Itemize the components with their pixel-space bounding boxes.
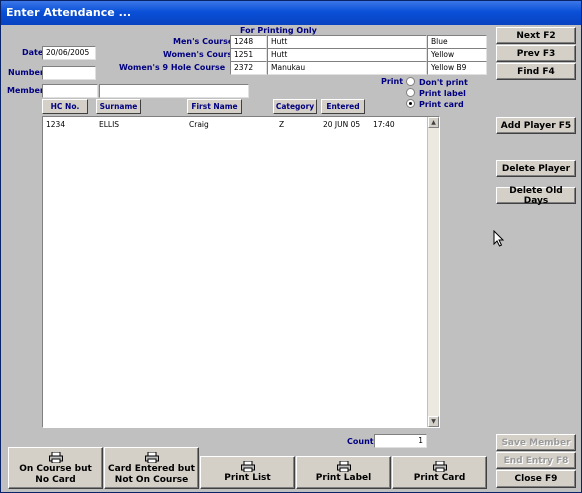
col-surname[interactable]: Surname [96, 99, 141, 114]
womens-course-name[interactable]: Hutt [267, 48, 427, 62]
member-field[interactable] [42, 84, 98, 98]
find-button[interactable]: Find F4 [496, 63, 576, 80]
womens-course-code[interactable]: 1251 [230, 48, 267, 62]
cell-date: 20 JUN 05 [323, 120, 361, 129]
womens-9hole-code[interactable]: 2372 [230, 61, 267, 75]
printer-icon [432, 461, 447, 472]
card-entered-not-on-course-label: Card Entered but Not On Course [108, 464, 195, 485]
count-field: 1 [374, 434, 427, 448]
mens-course-tee[interactable]: Blue [427, 35, 487, 49]
mens-course-label: Men's Course [173, 37, 234, 46]
member-name-field[interactable] [99, 84, 249, 98]
mens-course-code[interactable]: 1248 [230, 35, 267, 49]
print-label-label: Print Label [315, 473, 372, 483]
col-hc-no[interactable]: HC No. [42, 99, 88, 114]
print-card-label: Print Card [413, 473, 466, 483]
col-first-name[interactable]: First Name [187, 99, 242, 114]
cell-time: 17:40 [373, 120, 395, 129]
printer-icon [240, 461, 255, 472]
womens-course-tee[interactable]: Yellow [427, 48, 487, 62]
end-entry-button[interactable]: End Entry F8 [496, 452, 576, 469]
print-label-button[interactable]: Print Label [296, 456, 391, 489]
card-entered-not-on-course-button[interactable]: Card Entered but Not On Course [104, 447, 199, 489]
womens-9hole-tee[interactable]: Yellow B9 [427, 61, 487, 75]
number-field[interactable] [42, 66, 96, 80]
cell-hc: 1234 [46, 120, 66, 129]
print-list-button[interactable]: Print List [200, 456, 295, 489]
womens-course-label: Women's Course [163, 50, 238, 59]
radio-print-card-label: Print card [419, 100, 464, 109]
radio-dont-print-label: Don't print [419, 78, 468, 87]
print-list-label: Print List [224, 473, 271, 483]
print-card-button[interactable]: Print Card [392, 456, 487, 489]
close-button[interactable]: Close F9 [496, 470, 576, 488]
attendance-list[interactable]: 1234 ELLIS Craig Z 20 JUN 05 17:40 ▲ ▼ [42, 116, 440, 428]
cell-first-name: Craig [189, 120, 209, 129]
col-category[interactable]: Category [273, 99, 317, 114]
womens-9hole-name[interactable]: Manukau [267, 61, 427, 75]
cell-surname: ELLIS [99, 120, 120, 129]
next-button[interactable]: Next F2 [496, 27, 576, 44]
mouse-cursor-icon [493, 230, 505, 247]
list-scrollbar[interactable]: ▲ ▼ [427, 117, 439, 427]
radio-print-label[interactable] [406, 88, 415, 97]
print-label: Print [381, 77, 404, 86]
on-course-no-card-label: On Course but No Card [19, 464, 92, 485]
radio-dont-print[interactable] [406, 77, 415, 86]
prev-button[interactable]: Prev F3 [496, 45, 576, 62]
radio-print-label-label: Print label [419, 89, 466, 98]
date-field[interactable]: 20/06/2005 [42, 46, 96, 60]
womens-9hole-label: Women's 9 Hole Course [119, 63, 226, 72]
radio-print-card[interactable] [406, 99, 415, 108]
scroll-down-arrow-icon[interactable]: ▼ [428, 416, 439, 427]
date-label: Date [22, 48, 44, 57]
attendance-window: Enter Attendance ... For Printing Only M… [0, 0, 582, 493]
number-label: Number [8, 68, 44, 77]
window-title: Enter Attendance ... [1, 1, 581, 25]
add-player-button[interactable]: Add Player F5 [496, 117, 576, 134]
delete-player-button[interactable]: Delete Player [496, 160, 576, 177]
printing-heading: For Printing Only [240, 26, 317, 35]
mens-course-name[interactable]: Hutt [267, 35, 427, 49]
delete-old-days-button[interactable]: Delete Old Days [496, 186, 576, 206]
cell-category: Z [279, 120, 285, 129]
save-member-button[interactable]: Save Member [496, 434, 576, 451]
printer-icon [144, 452, 159, 463]
printer-icon [48, 452, 63, 463]
on-course-no-card-button[interactable]: On Course but No Card [8, 447, 103, 489]
count-label: Count [347, 437, 374, 446]
scroll-up-arrow-icon[interactable]: ▲ [428, 117, 439, 128]
member-label: Member [7, 86, 44, 95]
col-entered[interactable]: Entered [321, 99, 365, 114]
printer-icon [336, 461, 351, 472]
